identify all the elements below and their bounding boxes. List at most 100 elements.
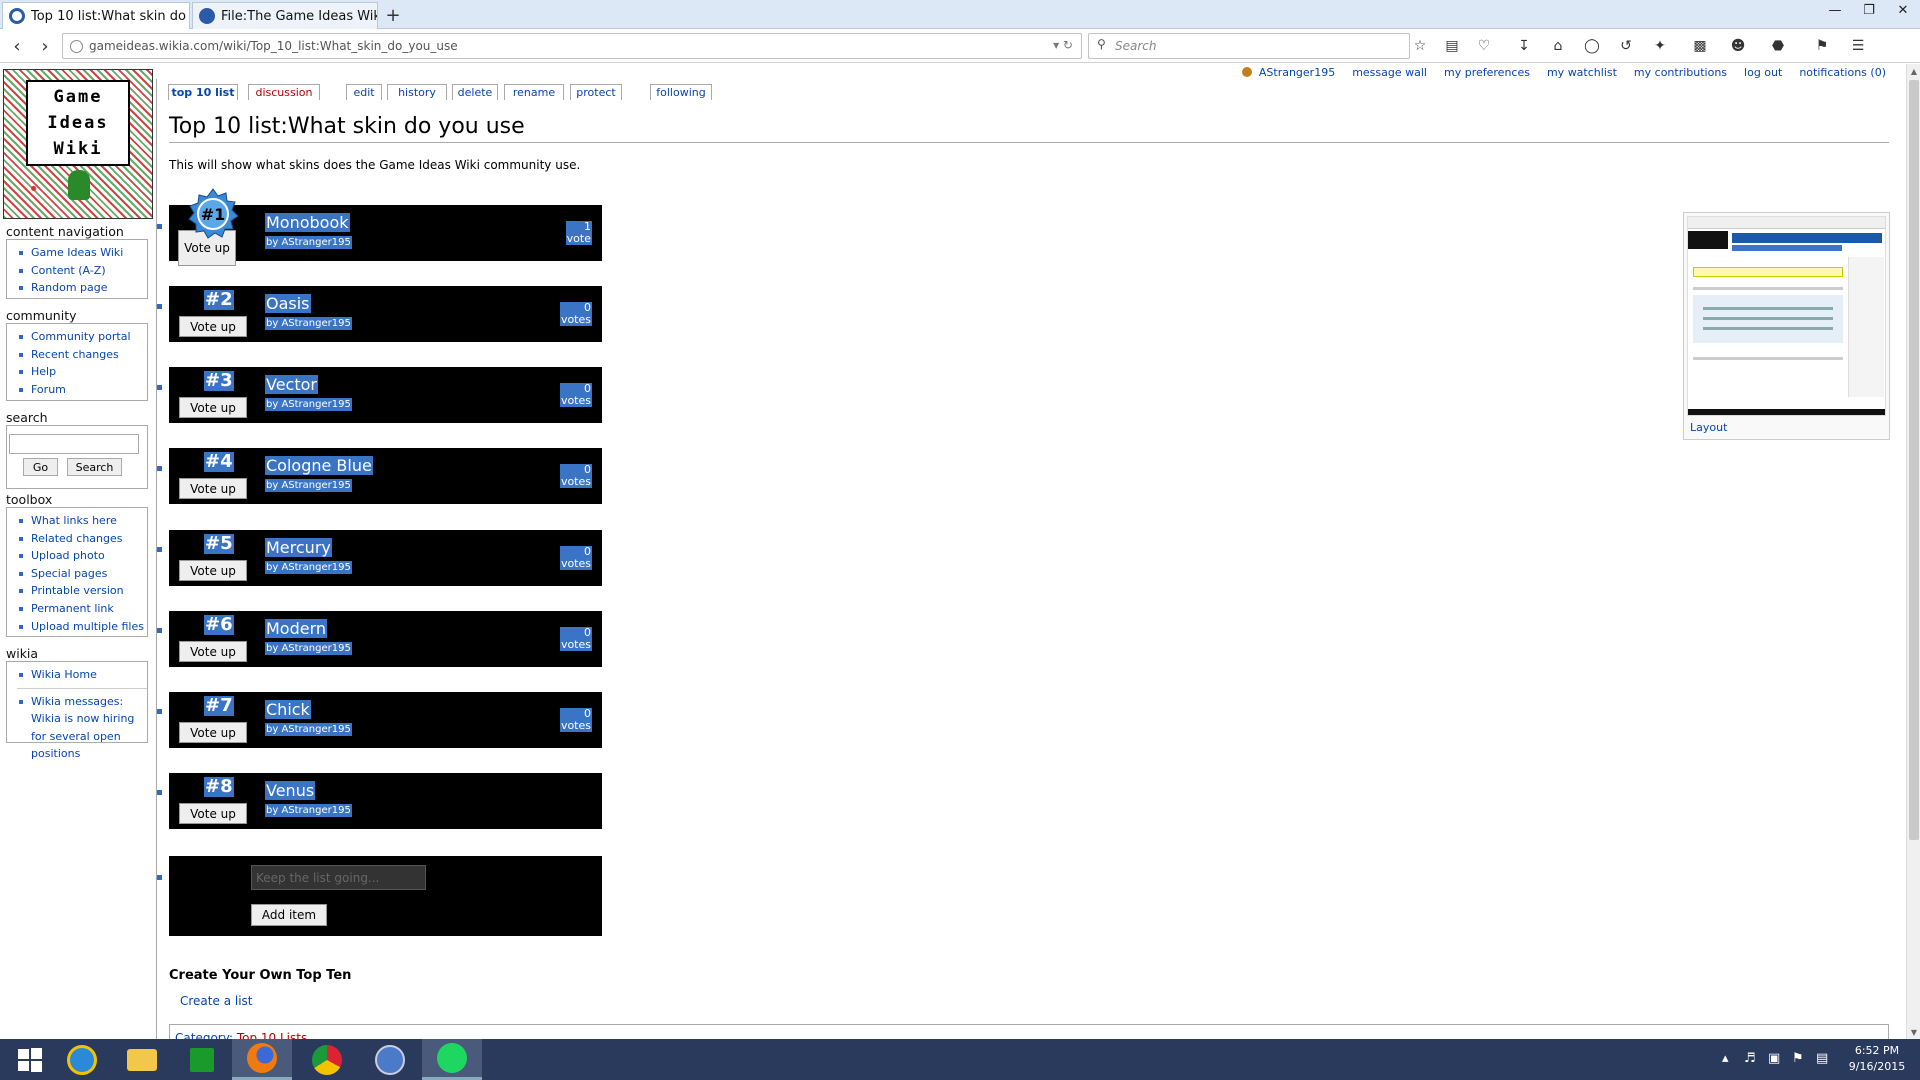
- item-name[interactable]: Vector: [265, 375, 318, 394]
- vote-up-button[interactable]: Vote up: [179, 722, 247, 743]
- sidebar-item-game-ideas-wiki[interactable]: Game Ideas Wiki: [17, 244, 147, 262]
- sidebar-item-content-az[interactable]: Content (A-Z): [17, 262, 147, 280]
- go-button[interactable]: Go: [23, 458, 58, 476]
- vote-up-button[interactable]: Vote up: [179, 803, 247, 824]
- item-name[interactable]: Cologne Blue: [265, 456, 373, 475]
- user-link-preferences[interactable]: my preferences: [1444, 66, 1530, 82]
- chrome-app[interactable]: [297, 1039, 357, 1080]
- tab-rename[interactable]: rename: [504, 84, 564, 100]
- spotify-app[interactable]: [422, 1039, 482, 1080]
- new-item-input[interactable]: Keep the list going...: [251, 865, 426, 890]
- item-author[interactable]: by AStranger195: [265, 723, 352, 736]
- tab-delete[interactable]: delete: [452, 84, 498, 100]
- volume-icon[interactable]: ♬: [1744, 1051, 1756, 1066]
- home-icon[interactable]: ⌂: [1548, 37, 1568, 55]
- item-name[interactable]: Mercury: [265, 538, 332, 557]
- bookmark-star-icon[interactable]: ☆: [1410, 37, 1430, 55]
- vote-up-button[interactable]: Vote up: [179, 397, 247, 418]
- search-button[interactable]: Search: [67, 458, 122, 476]
- sidebar-item-recent-changes[interactable]: Recent changes: [17, 346, 147, 364]
- new-tab-button[interactable]: +: [380, 3, 406, 27]
- sidebar-item-random-page[interactable]: Random page: [17, 279, 147, 297]
- scrollbar-thumb[interactable]: [1909, 80, 1919, 840]
- menu-icon[interactable]: ☰: [1848, 37, 1868, 55]
- sidebar-item-upload-photo[interactable]: Upload photo: [17, 547, 147, 565]
- item-name[interactable]: Oasis: [265, 294, 311, 313]
- tray-arrow-icon[interactable]: ▴: [1722, 1051, 1729, 1066]
- sidebar-item-upload-multiple-files[interactable]: Upload multiple files: [17, 618, 147, 636]
- adblock-icon[interactable]: ⬣: [1768, 37, 1788, 55]
- sidebar-item-what-links-here[interactable]: What links here: [17, 512, 147, 530]
- sidebar-search-input[interactable]: [9, 434, 139, 454]
- url-bar[interactable]: gameideas.wikia.com/wiki/Top_10_list:Wha…: [62, 33, 1082, 59]
- item-author[interactable]: by AStranger195: [265, 236, 352, 249]
- close-window-icon[interactable]: ✕: [1886, 0, 1920, 20]
- sidebar-item-related-changes[interactable]: Related changes: [17, 530, 147, 548]
- tab-top-10-list[interactable]: top 10 list: [168, 84, 238, 100]
- scroll-up-icon[interactable]: ▲: [1907, 64, 1920, 78]
- restore-icon[interactable]: ❐: [1852, 0, 1886, 20]
- tab-protect[interactable]: protect: [570, 84, 622, 100]
- history-icon[interactable]: ↺: [1616, 37, 1636, 55]
- item-name[interactable]: Modern: [265, 619, 328, 638]
- item-name[interactable]: Venus: [265, 781, 316, 800]
- browser-tab-file[interactable]: File:The Game Ideas Wiki ... ×: [192, 2, 378, 29]
- page-scrollbar[interactable]: ▲ ▼: [1906, 64, 1920, 1039]
- item-author[interactable]: by AStranger195: [265, 398, 352, 411]
- item-author[interactable]: by AStranger195: [265, 642, 352, 655]
- chat-icon[interactable]: ◯: [1582, 37, 1602, 55]
- user-link-profile[interactable]: AStranger195: [1241, 66, 1335, 82]
- thumbnail-caption[interactable]: Layout: [1690, 421, 1727, 434]
- addon-face-icon[interactable]: ☻: [1728, 37, 1748, 55]
- flag-addon-icon[interactable]: ⚑: [1812, 37, 1832, 55]
- tab-following[interactable]: following: [650, 84, 712, 100]
- minimize-icon[interactable]: —: [1818, 0, 1852, 20]
- site-info-icon[interactable]: [70, 40, 83, 53]
- sidebar-item-forum[interactable]: Forum: [17, 381, 147, 399]
- sidebar-item-help[interactable]: Help: [17, 363, 147, 381]
- tab-discussion[interactable]: discussion: [248, 84, 320, 100]
- category-label[interactable]: Category:: [175, 1031, 233, 1039]
- sidebar-item-special-pages[interactable]: Special pages: [17, 565, 147, 583]
- sidebar-item-community-portal[interactable]: Community portal: [17, 328, 147, 346]
- vote-up-button[interactable]: Vote up: [179, 316, 247, 337]
- user-link-logout[interactable]: log out: [1744, 66, 1782, 82]
- browser-tab-top10[interactable]: Top 10 list:What skin do y... ×: [2, 2, 190, 29]
- store-app[interactable]: [172, 1039, 232, 1080]
- network-icon[interactable]: ▣: [1768, 1051, 1780, 1066]
- start-button[interactable]: [0, 1039, 60, 1080]
- tab-history[interactable]: history: [387, 84, 447, 100]
- create-list-link[interactable]: Create a list: [180, 994, 252, 1008]
- pocket-icon[interactable]: ♡: [1474, 37, 1494, 55]
- internet-explorer-app[interactable]: [52, 1039, 112, 1080]
- game-ideas-wiki-logo[interactable]: Game Ideas Wiki: [3, 69, 153, 219]
- category-link[interactable]: Top 10 Lists: [237, 1031, 307, 1039]
- extension-icon[interactable]: ✦: [1650, 37, 1670, 55]
- add-item-button[interactable]: Add item: [251, 904, 327, 926]
- download-icon[interactable]: ↧: [1514, 37, 1534, 55]
- item-author[interactable]: by AStranger195: [265, 479, 352, 492]
- clipboard-icon[interactable]: ▩: [1690, 37, 1710, 55]
- user-link-contributions[interactable]: my contributions: [1634, 66, 1727, 82]
- back-icon[interactable]: ‹: [4, 34, 30, 58]
- vote-up-button[interactable]: Vote up: [179, 560, 247, 581]
- sidebar-item-wikia-messages[interactable]: Wikia messages: Wikia is now hiring for …: [17, 687, 147, 763]
- firefox-app[interactable]: [232, 1039, 292, 1080]
- reload-icon[interactable]: ▾ ↻: [1053, 38, 1073, 52]
- taskbar-clock[interactable]: 6:52 PM 9/16/2015: [1842, 1043, 1912, 1075]
- user-link-notifications[interactable]: notifications (0): [1799, 66, 1886, 82]
- scroll-down-icon[interactable]: ▼: [1907, 1025, 1920, 1039]
- layout-screenshot-image[interactable]: [1687, 216, 1886, 416]
- item-author[interactable]: by AStranger195: [265, 804, 352, 817]
- sidebar-item-wikia-home[interactable]: Wikia Home: [17, 666, 147, 684]
- sidebar-item-printable-version[interactable]: Printable version: [17, 582, 147, 600]
- action-center-flag-icon[interactable]: ⚑: [1792, 1051, 1804, 1066]
- item-name[interactable]: Chick: [265, 700, 311, 719]
- user-link-watchlist[interactable]: my watchlist: [1547, 66, 1617, 82]
- thunderbird-app[interactable]: [360, 1039, 420, 1080]
- reading-list-icon[interactable]: ▤: [1442, 37, 1462, 55]
- file-explorer-app[interactable]: [112, 1039, 172, 1080]
- sidebar-item-permanent-link[interactable]: Permanent link: [17, 600, 147, 618]
- desktop-icon[interactable]: ▤: [1816, 1051, 1828, 1066]
- item-name[interactable]: Monobook: [265, 213, 350, 232]
